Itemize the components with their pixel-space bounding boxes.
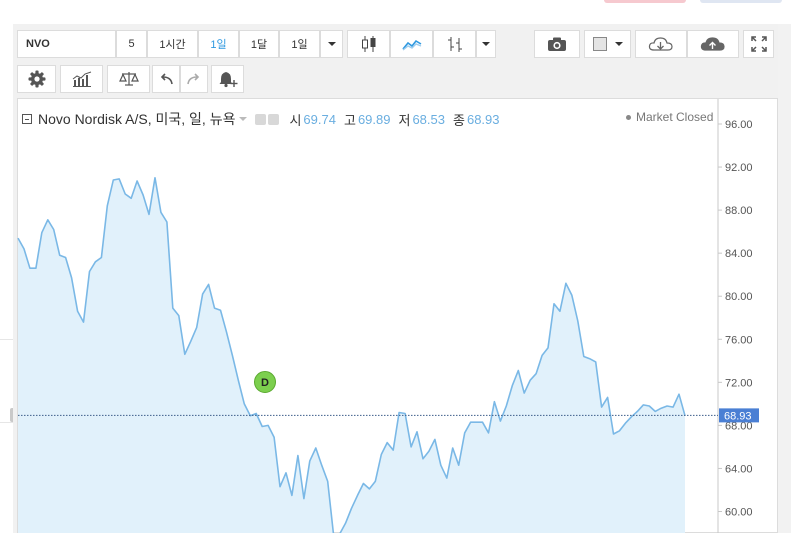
- y-tick-label: 76.00: [725, 334, 753, 346]
- high-value: 69.89: [357, 111, 391, 127]
- y-tick-label: 96.00: [725, 119, 753, 131]
- y-tick-label: 92.00: [725, 162, 753, 174]
- collapse-icon[interactable]: [22, 114, 32, 124]
- series-legend: Novo Nordisk A/S, 미국, 일, 뉴욕 시 69.74 고 69.8…: [22, 108, 500, 130]
- price-chart: 96.0092.0088.0084.0080.0076.0072.0068.00…: [17, 99, 759, 533]
- settings-small-icon[interactable]: [268, 113, 280, 125]
- y-tick-label: 60.00: [725, 507, 753, 519]
- open-value: 69.74: [303, 111, 336, 127]
- market-status-text: Market Closed: [636, 110, 714, 124]
- low-value: 68.53: [412, 111, 445, 127]
- low-label: 저: [398, 112, 411, 128]
- y-tick-label: 84.00: [725, 248, 753, 260]
- series-name: Novo Nordisk A/S, 미국, 일, 뉴욕: [38, 111, 236, 127]
- close-label: 종: [453, 112, 465, 128]
- price-area: [18, 177, 685, 533]
- high-label: 고: [343, 112, 356, 128]
- open-label: 시: [289, 112, 302, 128]
- market-status: Market Closed: [626, 110, 713, 124]
- close-value: 68.93: [466, 111, 500, 127]
- y-tick-label: 72.00: [725, 377, 753, 389]
- visibility-icon[interactable]: [255, 113, 267, 125]
- chevron-down-icon[interactable]: [239, 117, 248, 121]
- y-tick-label: 80.00: [725, 291, 753, 303]
- y-tick-label: 64.00: [725, 463, 753, 475]
- price-tag-label: 68.93: [724, 410, 752, 422]
- status-dot-icon: [626, 114, 631, 120]
- y-tick-label: 88.00: [725, 205, 753, 217]
- dividend-marker-label: D: [261, 377, 269, 389]
